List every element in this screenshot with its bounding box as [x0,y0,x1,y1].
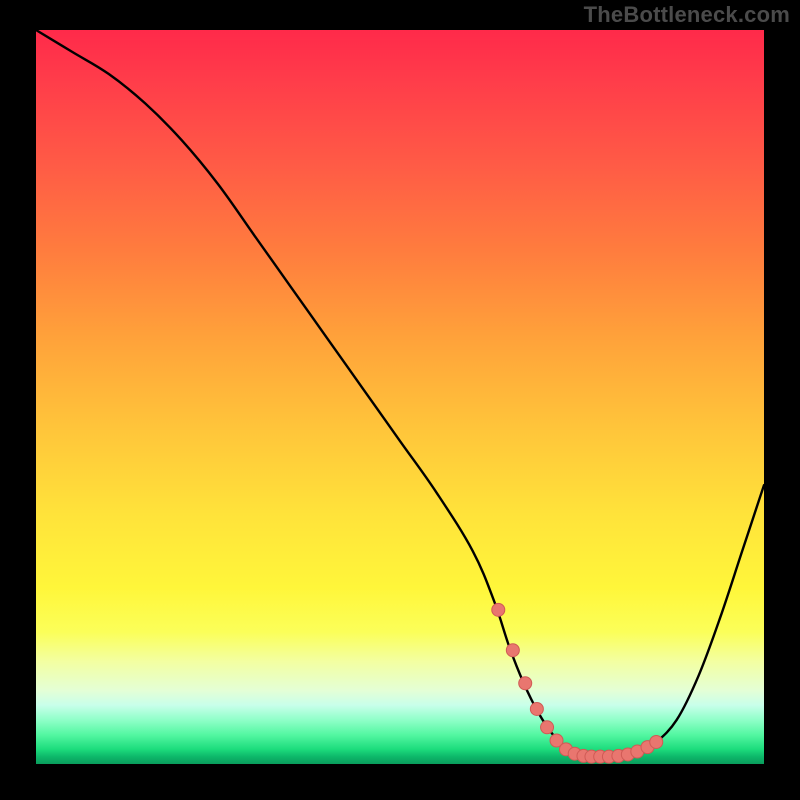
bottleneck-curve-path [36,30,764,757]
curve-marker [650,735,663,748]
curve-marker [492,603,505,616]
curve-marker [519,677,532,690]
chart-frame: TheBottleneck.com [0,0,800,800]
curve-svg [36,30,764,764]
curve-marker [530,702,543,715]
curve-markers [492,603,663,763]
curve-marker [506,644,519,657]
curve-marker [541,721,554,734]
plot-area [36,30,764,764]
watermark-text: TheBottleneck.com [584,2,790,28]
